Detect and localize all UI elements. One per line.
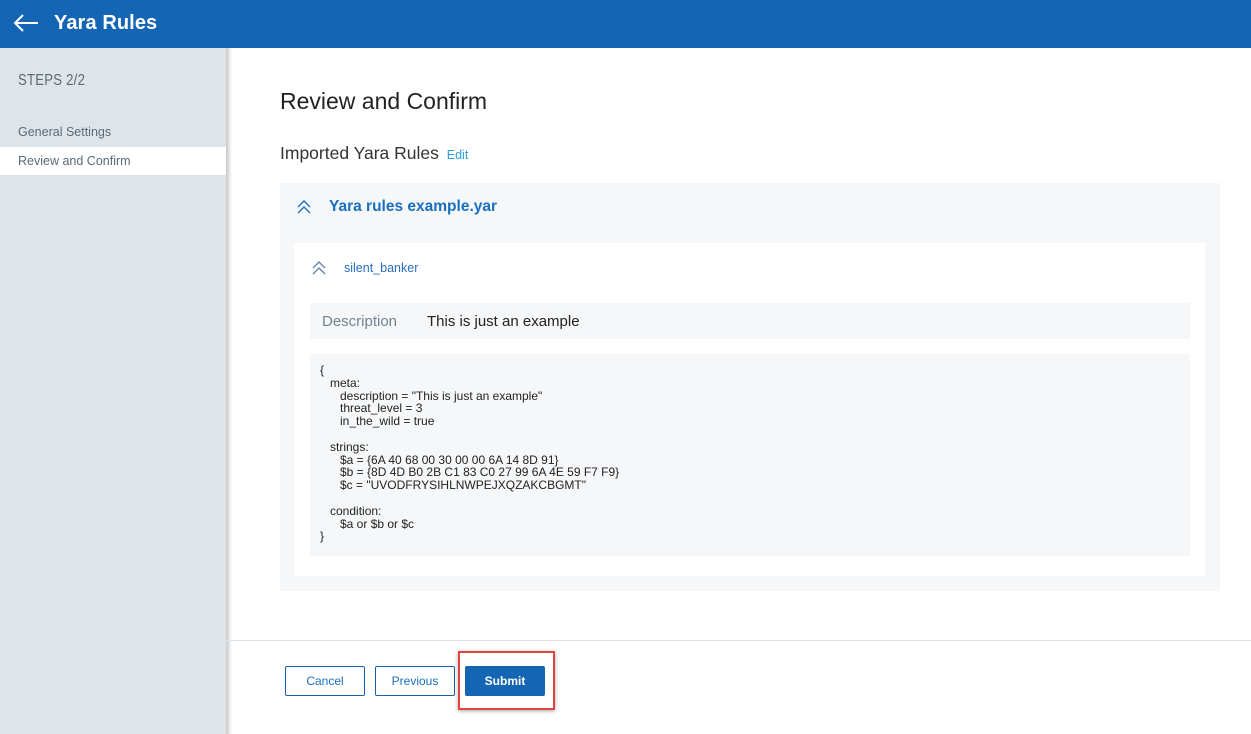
step-review-and-confirm[interactable]: Review and Confirm (0, 147, 226, 175)
description-label: Description (322, 312, 398, 330)
steps-counter: STEPS 2/2 (18, 72, 86, 89)
rule-toggle[interactable]: silent_banker (311, 260, 418, 276)
file-panel: Yara rules example.yar silent_banker Des… (280, 183, 1220, 591)
double-chevron-up-icon (297, 200, 311, 214)
file-toggle[interactable]: Yara rules example.yar (296, 198, 497, 216)
description-row: Description This is just an example (310, 303, 1190, 339)
file-name: Yara rules example.yar (329, 198, 498, 215)
rule-name: silent_banker (344, 261, 419, 275)
previous-button[interactable]: Previous (375, 666, 455, 696)
edit-link[interactable]: Edit (447, 148, 469, 162)
app-header: Yara Rules (0, 0, 1251, 48)
rule-code-block: { meta: description = "This is just an e… (310, 354, 1190, 556)
cancel-button[interactable]: Cancel (285, 666, 365, 696)
section-title: Imported Yara Rules Edit (280, 143, 468, 164)
main-content: Review and Confirm Imported Yara Rules E… (226, 48, 1251, 734)
steps-sidebar: STEPS 2/2 General Settings Review and Co… (0, 48, 226, 734)
double-chevron-up-icon (312, 261, 326, 275)
rule-card: silent_banker Description This is just a… (294, 243, 1205, 576)
app-title: Yara Rules (54, 12, 158, 34)
step-general-settings[interactable]: General Settings (0, 118, 226, 146)
page-title: Review and Confirm (280, 88, 488, 114)
section-title-text: Imported Yara Rules (280, 143, 439, 163)
footer-divider (226, 640, 1251, 641)
arrow-left-icon[interactable] (12, 10, 40, 36)
description-value: This is just an example (427, 312, 580, 330)
submit-button[interactable]: Submit (465, 666, 545, 696)
